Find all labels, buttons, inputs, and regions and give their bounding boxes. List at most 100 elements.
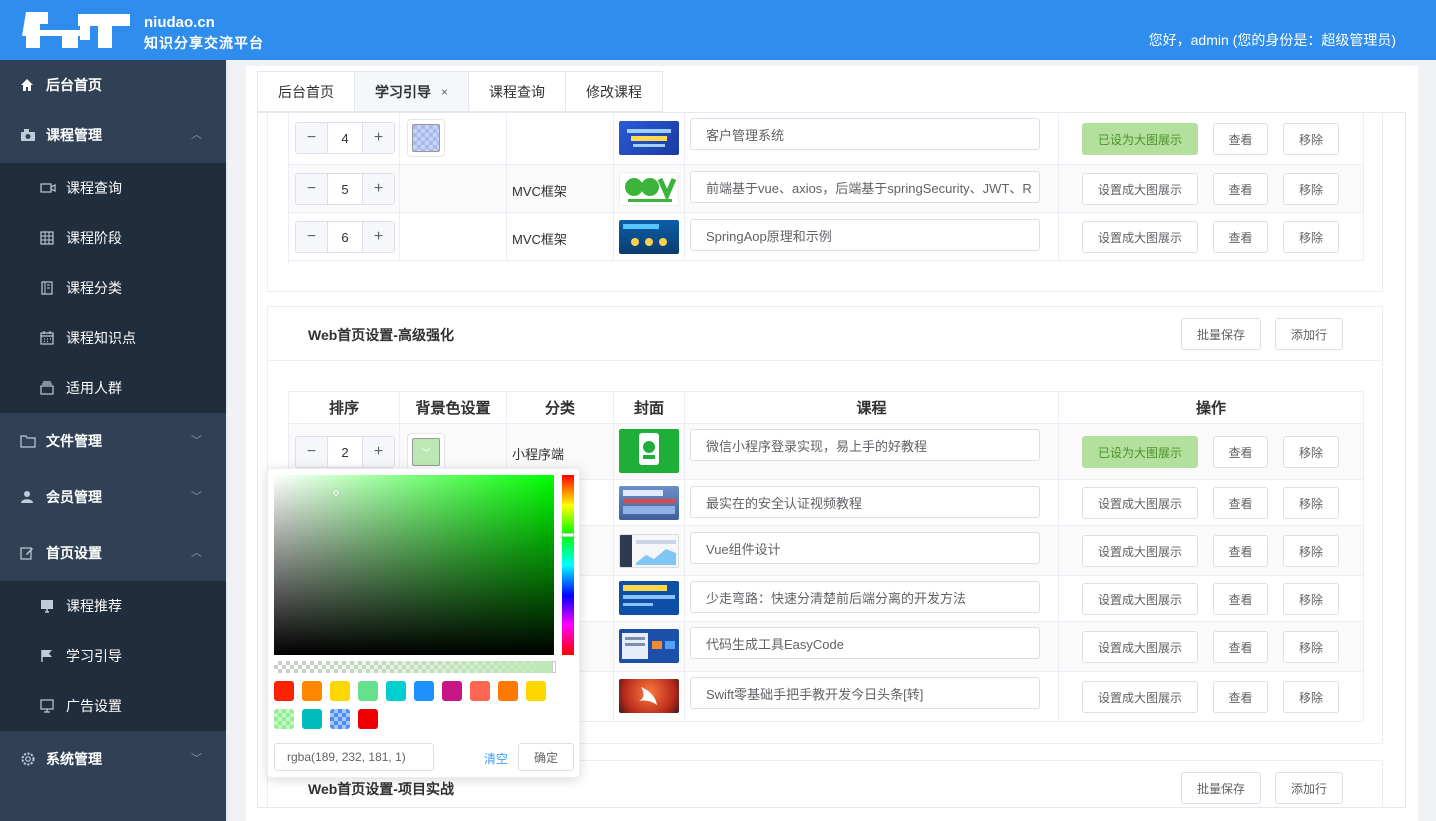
sidebar-item-course-knowledge[interactable]: 课程知识点 xyxy=(0,313,226,363)
set-big-display-button[interactable]: 设置成大图展示 xyxy=(1082,583,1198,615)
preset-color-swatch[interactable] xyxy=(470,681,490,701)
alpha-slider-thumb[interactable] xyxy=(552,661,556,673)
order-value[interactable]: 4 xyxy=(328,123,362,153)
set-big-display-button[interactable]: 设置成大图展示 xyxy=(1082,631,1198,663)
user-greeting[interactable]: 您好，admin (您的身份是：超级管理员) xyxy=(1149,30,1396,50)
preset-color-swatch[interactable] xyxy=(386,681,406,701)
set-big-display-button[interactable]: 已设为大图展示 xyxy=(1082,123,1198,155)
set-big-display-button[interactable]: 设置成大图展示 xyxy=(1082,535,1198,567)
preset-color-swatch[interactable] xyxy=(414,681,434,701)
preset-color-swatch[interactable] xyxy=(274,709,294,729)
remove-button[interactable]: 移除 xyxy=(1283,221,1339,253)
tab-learning-guide[interactable]: 学习引导 × xyxy=(354,71,469,112)
sidebar-item-course-recommend[interactable]: 课程推荐 xyxy=(0,581,226,631)
sidebar-item-homepage-settings[interactable]: 首页设置 ︿ xyxy=(0,528,226,578)
view-button[interactable]: 查看 xyxy=(1213,583,1268,615)
color-value-input[interactable]: rgba(189, 232, 181, 1) xyxy=(274,743,434,771)
sidebar-item-course-stage[interactable]: 课程阶段 xyxy=(0,213,226,263)
sidebar-item-course-category[interactable]: 课程分类 xyxy=(0,263,226,313)
increment-button[interactable]: + xyxy=(362,222,394,252)
decrement-button[interactable]: − xyxy=(296,222,328,252)
remove-button[interactable]: 移除 xyxy=(1283,583,1339,615)
view-button[interactable]: 查看 xyxy=(1213,487,1268,519)
sidebar-item-file-mgmt[interactable]: 文件管理 ﹀ xyxy=(0,416,226,466)
view-button[interactable]: 查看 xyxy=(1213,173,1268,205)
bg-color-picker[interactable]: ﹀ xyxy=(407,433,445,471)
remove-button[interactable]: 移除 xyxy=(1283,123,1339,155)
color-cursor[interactable] xyxy=(333,490,339,496)
set-big-display-button[interactable]: 已设为大图展示 xyxy=(1082,436,1198,468)
course-input[interactable]: Vue组件设计 xyxy=(690,532,1040,564)
sidebar-item-home[interactable]: 后台首页 xyxy=(0,60,226,110)
hue-slider-thumb[interactable] xyxy=(562,533,574,537)
close-icon[interactable]: × xyxy=(441,85,448,99)
remove-button[interactable]: 移除 xyxy=(1283,173,1339,205)
remove-button[interactable]: 移除 xyxy=(1283,535,1339,567)
order-stepper[interactable]: −5 + xyxy=(295,173,395,205)
increment-button[interactable]: + xyxy=(362,123,394,153)
order-value[interactable]: 2 xyxy=(328,437,362,467)
sidebar-item-course-query[interactable]: 课程查询 xyxy=(0,163,226,213)
sidebar-item-ad-settings[interactable]: 广告设置 xyxy=(0,681,226,731)
order-value[interactable]: 6 xyxy=(328,222,362,252)
batch-save-button[interactable]: 批量保存 xyxy=(1181,318,1261,350)
tab-course-query[interactable]: 课程查询 xyxy=(468,71,566,112)
course-input[interactable]: 代码生成工具EasyCode xyxy=(690,627,1040,659)
hue-slider[interactable] xyxy=(562,475,574,655)
preset-color-swatch[interactable] xyxy=(526,681,546,701)
view-button[interactable]: 查看 xyxy=(1213,631,1268,663)
sidebar-item-system-mgmt[interactable]: 系统管理 ﹀ xyxy=(0,734,226,784)
alpha-slider[interactable] xyxy=(274,661,556,673)
course-input[interactable]: 微信小程序登录实现，易上手的好教程 xyxy=(690,429,1040,461)
remove-button[interactable]: 移除 xyxy=(1283,436,1339,468)
decrement-button[interactable]: − xyxy=(296,123,328,153)
preset-color-swatch[interactable] xyxy=(274,681,294,701)
increment-button[interactable]: + xyxy=(362,174,394,204)
course-input[interactable]: 少走弯路：快速分清楚前后端分离的开发方法 xyxy=(690,581,1040,613)
site-logo[interactable] xyxy=(22,8,134,50)
sidebar-item-member-mgmt[interactable]: 会员管理 ﹀ xyxy=(0,472,226,522)
preset-color-swatch[interactable] xyxy=(302,709,322,729)
preset-color-swatch[interactable] xyxy=(330,709,350,729)
preset-color-swatch[interactable] xyxy=(442,681,462,701)
view-button[interactable]: 查看 xyxy=(1213,535,1268,567)
remove-button[interactable]: 移除 xyxy=(1283,487,1339,519)
tab-home[interactable]: 后台首页 xyxy=(257,71,354,112)
decrement-button[interactable]: − xyxy=(296,174,328,204)
course-input[interactable]: 最实在的安全认证视频教程 xyxy=(690,486,1040,518)
remove-button[interactable]: 移除 xyxy=(1283,631,1339,663)
order-stepper[interactable]: −6 + xyxy=(295,221,395,253)
confirm-button[interactable]: 确定 xyxy=(518,743,574,771)
add-row-button[interactable]: 添加行 xyxy=(1275,772,1343,804)
order-stepper[interactable]: −4 + xyxy=(295,122,395,154)
sidebar-item-learning-guide[interactable]: 学习引导 xyxy=(0,631,226,681)
increment-button[interactable]: + xyxy=(362,437,394,467)
course-input[interactable]: 前端基于vue、axios，后端基于springSecurity、JWT、R xyxy=(690,171,1040,203)
preset-color-swatch[interactable] xyxy=(302,681,322,701)
preset-color-swatch[interactable] xyxy=(358,709,378,729)
set-big-display-button[interactable]: 设置成大图展示 xyxy=(1082,221,1198,253)
set-big-display-button[interactable]: 设置成大图展示 xyxy=(1082,487,1198,519)
bg-color-picker[interactable] xyxy=(407,119,445,157)
course-input[interactable]: SpringAop原理和示例 xyxy=(690,219,1040,251)
sidebar-item-course-mgmt[interactable]: 课程管理 ︿ xyxy=(0,110,226,160)
view-button[interactable]: 查看 xyxy=(1213,221,1268,253)
clear-button[interactable]: 清空 xyxy=(484,750,508,767)
decrement-button[interactable]: − xyxy=(296,437,328,467)
course-input[interactable]: 客户管理系统 xyxy=(690,118,1040,150)
view-button[interactable]: 查看 xyxy=(1213,436,1268,468)
sidebar-item-audience[interactable]: 适用人群 xyxy=(0,363,226,413)
set-big-display-button[interactable]: 设置成大图展示 xyxy=(1082,681,1198,713)
order-stepper[interactable]: −2 + xyxy=(295,436,395,468)
preset-color-swatch[interactable] xyxy=(330,681,350,701)
tab-edit-course[interactable]: 修改课程 xyxy=(565,71,664,112)
batch-save-button[interactable]: 批量保存 xyxy=(1181,772,1261,804)
view-button[interactable]: 查看 xyxy=(1213,681,1268,713)
saturation-value-panel[interactable] xyxy=(274,475,554,655)
course-input[interactable]: Swift零基础手把手教开发今日头条[转] xyxy=(690,677,1040,709)
preset-color-swatch[interactable] xyxy=(498,681,518,701)
order-value[interactable]: 5 xyxy=(328,174,362,204)
view-button[interactable]: 查看 xyxy=(1213,123,1268,155)
set-big-display-button[interactable]: 设置成大图展示 xyxy=(1082,173,1198,205)
preset-color-swatch[interactable] xyxy=(358,681,378,701)
